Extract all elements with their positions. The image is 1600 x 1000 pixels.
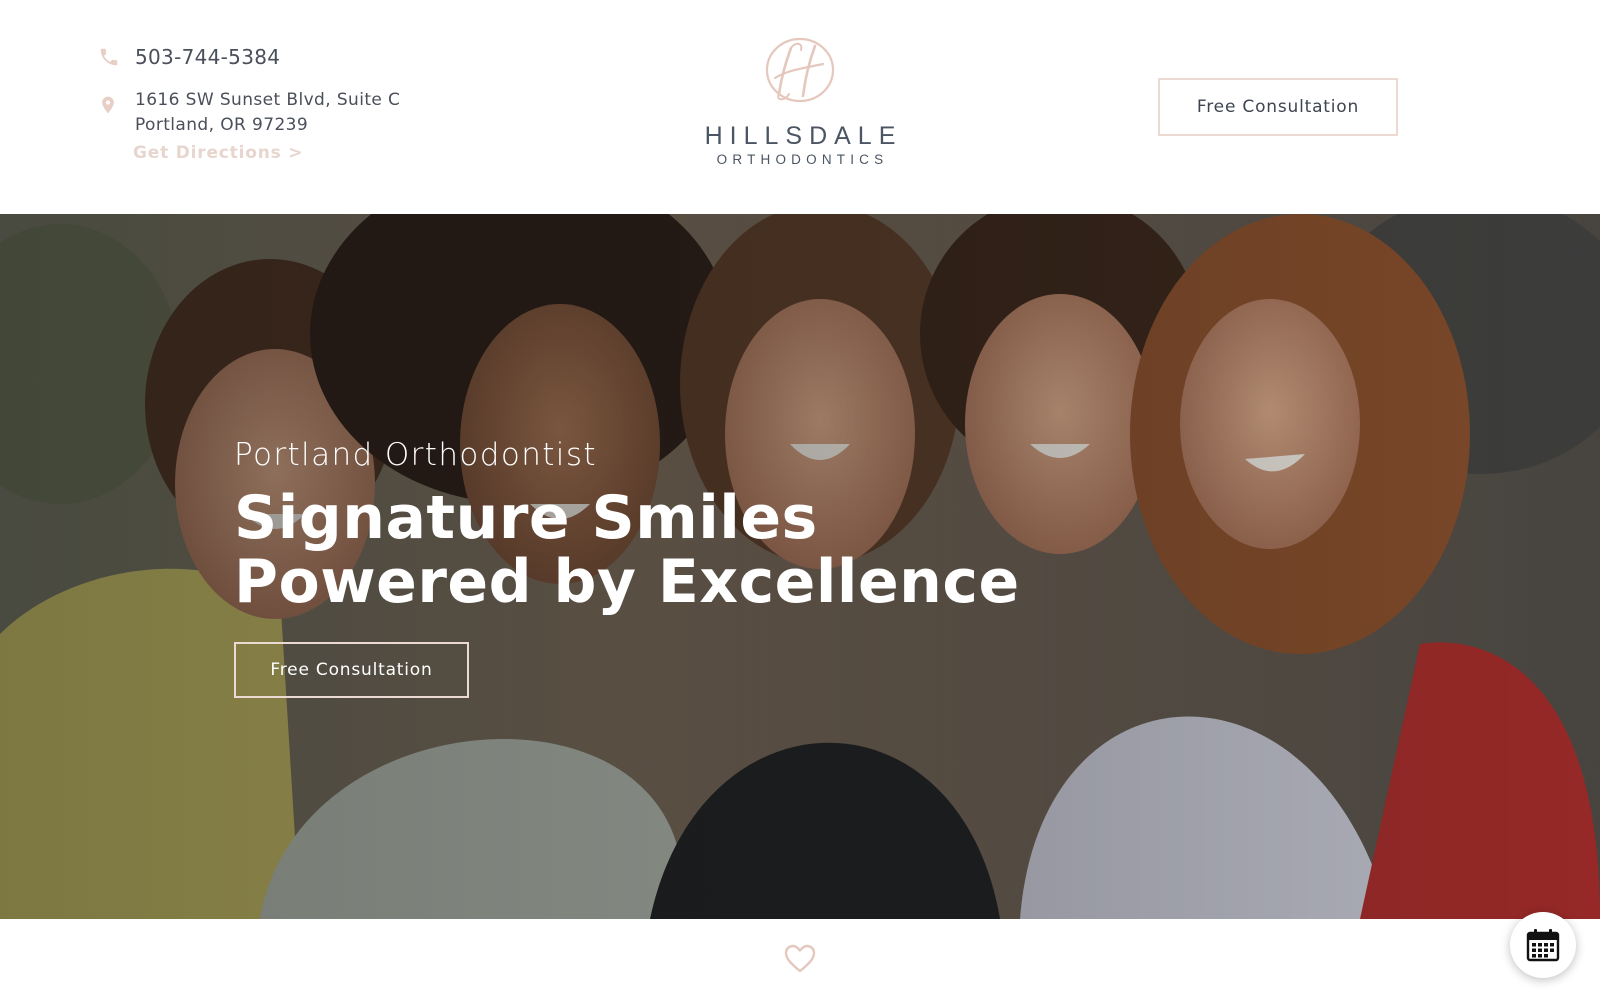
logo-name: HILLSDALE — [704, 122, 903, 150]
calendar-icon — [1526, 929, 1560, 962]
get-directions-link[interactable]: Get Directions > — [133, 141, 400, 166]
address-line-1: 1616 SW Sunset Blvd, Suite C — [135, 90, 401, 110]
address-row: 1616 SW Sunset Blvd, Suite C Portland, O… — [98, 88, 400, 166]
phone-icon — [98, 46, 120, 68]
hero-content: Portland Orthodontist Signature Smiles P… — [234, 436, 1020, 698]
contact-block: 503-744-5384 1616 SW Sunset Blvd, Suite … — [98, 44, 400, 166]
phone-number[interactable]: 503-744-5384 — [135, 45, 280, 69]
hero-subtitle: Portland Orthodontist — [234, 437, 597, 473]
logo-monogram-icon — [765, 37, 835, 103]
hero-free-consultation-button[interactable]: Free Consultation — [234, 642, 469, 698]
location-pin-icon — [98, 94, 120, 116]
hero-title-line-1: Signature Smiles — [234, 483, 818, 553]
hero-banner: Portland Orthodontist Signature Smiles P… — [0, 214, 1600, 919]
logo[interactable]: HILLSDALE ORTHODONTICS — [690, 34, 910, 167]
calendar-booking-button[interactable] — [1510, 912, 1576, 978]
hero-title-line-2: Powered by Excellence — [234, 547, 1020, 617]
hero-title: Signature Smiles Powered by Excellence — [234, 486, 1020, 614]
phone-row[interactable]: 503-744-5384 — [98, 44, 400, 70]
free-consultation-button[interactable]: Free Consultation — [1158, 78, 1398, 136]
site-header: 503-744-5384 1616 SW Sunset Blvd, Suite … — [0, 0, 1600, 214]
address-line-2: Portland, OR 97239 — [135, 115, 309, 135]
heart-icon — [784, 944, 816, 973]
logo-subtitle: ORTHODONTICS — [716, 152, 889, 167]
